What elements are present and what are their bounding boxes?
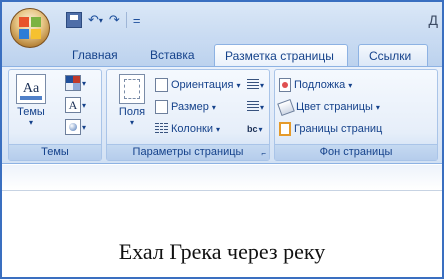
window-title: Д bbox=[428, 12, 438, 28]
page-borders-icon bbox=[279, 122, 291, 136]
orientation-button[interactable]: Ориентация ▾ bbox=[155, 76, 240, 94]
themes-group: Aa Темы ▾ ▾ A ▾ ▾ Темы bbox=[8, 69, 102, 161]
office-button[interactable] bbox=[10, 8, 50, 48]
themes-icon: Aa bbox=[16, 74, 46, 104]
columns-label: Колонки bbox=[171, 123, 213, 135]
redo-icon: ↷ bbox=[108, 12, 120, 27]
tab-insert[interactable]: Вставка bbox=[140, 44, 205, 66]
theme-effects-button[interactable]: ▾ bbox=[65, 118, 86, 136]
chevron-down-icon: ▾ bbox=[211, 102, 216, 112]
watermark-icon bbox=[279, 78, 291, 92]
chevron-down-icon: ▾ bbox=[348, 80, 353, 90]
chevron-down-icon: ▾ bbox=[82, 100, 87, 110]
customize-icon: = bbox=[132, 12, 141, 28]
paint-bucket-icon bbox=[277, 98, 295, 116]
orientation-label: Ориентация bbox=[171, 79, 234, 91]
chevron-down-icon: ▾ bbox=[215, 124, 220, 134]
page-setup-group-label: Параметры страницы bbox=[107, 144, 269, 160]
quick-access-toolbar: ↶ ▾ ↷ = bbox=[58, 8, 178, 32]
theme-fonts-button[interactable]: A ▾ bbox=[65, 96, 86, 114]
undo-icon: ↶ bbox=[88, 12, 99, 27]
watermark-button[interactable]: Подложка ▾ bbox=[279, 76, 352, 94]
page-borders-button[interactable]: Границы страниц bbox=[279, 120, 382, 138]
margins-button[interactable]: Поля ▾ bbox=[113, 74, 151, 144]
word-window: ↶ ▾ ↷ = Д Главная Вставка Разметка страни… bbox=[0, 0, 444, 279]
margins-icon bbox=[119, 74, 145, 104]
theme-effects-icon bbox=[65, 119, 81, 135]
size-button[interactable]: Размер ▾ bbox=[155, 98, 216, 116]
undo-button[interactable]: ↶ ▾ bbox=[88, 10, 103, 30]
chevron-down-icon: ▾ bbox=[260, 102, 265, 112]
chevron-down-icon: ▾ bbox=[82, 78, 87, 88]
page-color-button[interactable]: Цвет страницы ▾ bbox=[277, 98, 380, 116]
breaks-button[interactable]: ▾ bbox=[247, 76, 269, 94]
watermark-label: Подложка bbox=[294, 79, 346, 91]
undo-dropdown-icon: ▾ bbox=[98, 15, 103, 25]
save-button[interactable] bbox=[66, 10, 82, 30]
size-icon bbox=[155, 100, 168, 114]
customize-qat-button[interactable]: = bbox=[133, 10, 141, 30]
theme-colors-button[interactable]: ▾ bbox=[65, 74, 86, 92]
line-numbers-button[interactable]: ▾ bbox=[247, 98, 269, 116]
page-setup-group: Поля ▾ Ориентация ▾ Размер ▾ Колонки ▾ ▾ bbox=[106, 69, 270, 161]
columns-icon bbox=[155, 123, 169, 135]
qat-separator bbox=[125, 12, 127, 28]
page-color-label: Цвет страницы bbox=[296, 101, 373, 113]
document-area[interactable]: Ехал Грека через реку bbox=[2, 165, 442, 277]
hyphenation-icon: bc bbox=[247, 124, 258, 134]
chevron-down-icon: ▾ bbox=[236, 80, 241, 90]
title-bar: ↶ ▾ ↷ = Д bbox=[2, 2, 442, 48]
columns-button[interactable]: Колонки ▾ bbox=[155, 120, 220, 138]
tab-page-layout[interactable]: Разметка страницы bbox=[214, 44, 348, 66]
dialog-launcher-icon[interactable]: ⌐ bbox=[261, 149, 266, 158]
save-icon bbox=[66, 12, 82, 28]
page-background-group-label: Фон страницы bbox=[275, 144, 437, 160]
page-top-edge bbox=[2, 165, 442, 191]
chevron-down-icon: ▾ bbox=[129, 118, 134, 127]
chevron-down-icon: ▾ bbox=[258, 124, 263, 134]
ribbon-tabs: Главная Вставка Разметка страницы Ссылки bbox=[2, 40, 442, 66]
orientation-icon bbox=[155, 78, 168, 92]
ribbon: Aa Темы ▾ ▾ A ▾ ▾ Темы Поля ▾ Ориентация… bbox=[2, 66, 442, 164]
themes-button-label: Темы bbox=[17, 106, 45, 118]
hyphenation-button[interactable]: bc ▾ bbox=[247, 120, 269, 138]
chevron-down-icon: ▾ bbox=[82, 122, 87, 132]
redo-button[interactable]: ↷ bbox=[109, 10, 120, 30]
size-label: Размер bbox=[171, 101, 209, 113]
page-background-group: Подложка ▾ Цвет страницы ▾ Границы стран… bbox=[274, 69, 438, 161]
chevron-down-icon: ▾ bbox=[260, 80, 265, 90]
themes-button[interactable]: Aa Темы ▾ bbox=[13, 74, 49, 144]
chevron-down-icon: ▾ bbox=[28, 118, 33, 127]
document-text[interactable]: Ехал Грека через реку bbox=[2, 239, 442, 265]
chevron-down-icon: ▾ bbox=[375, 102, 380, 112]
tab-home[interactable]: Главная bbox=[62, 44, 128, 66]
breaks-icon bbox=[247, 79, 259, 91]
line-numbers-icon bbox=[247, 101, 259, 113]
themes-group-label: Темы bbox=[9, 144, 101, 160]
office-logo-icon bbox=[19, 17, 41, 39]
tab-references[interactable]: Ссылки bbox=[358, 44, 428, 66]
theme-colors-icon bbox=[65, 75, 81, 91]
page-borders-label: Границы страниц bbox=[294, 123, 383, 135]
margins-button-label: Поля bbox=[118, 106, 146, 118]
theme-fonts-icon: A bbox=[65, 97, 81, 113]
page-setup-label-text: Параметры страницы bbox=[132, 146, 244, 158]
